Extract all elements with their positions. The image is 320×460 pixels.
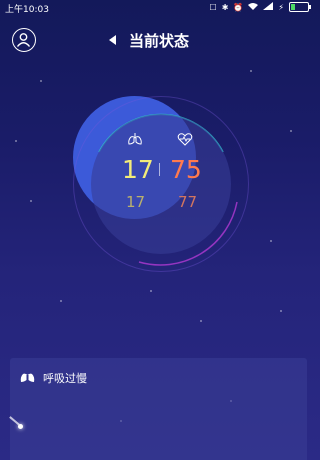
lungs-icon: [20, 370, 35, 382]
bluetooth-icon: ✱: [221, 2, 229, 12]
status-time: 上午10:03: [5, 5, 49, 15]
alert-label: 呼吸过慢: [43, 372, 87, 385]
chart-point: [18, 424, 23, 429]
value-divider: [159, 163, 160, 176]
user-icon: [16, 33, 31, 47]
wifi-icon: [248, 2, 259, 12]
header: 当前状态: [0, 26, 315, 56]
alert-panel[interactable]: 呼吸过慢: [9, 358, 307, 460]
respiration-average-value: 17: [126, 193, 146, 211]
notification-icon: ☐: [209, 2, 217, 12]
heart-rate-icon: [177, 133, 193, 146]
signal-icon: [263, 2, 274, 12]
gauge-middle-ring: [91, 114, 231, 254]
user-profile-button[interactable]: [12, 28, 36, 52]
lungs-icon: [128, 133, 142, 145]
status-bar: 上午10:03 ☐ ✱ ⏰ ⚡: [0, 0, 315, 16]
charging-icon: ⚡: [278, 2, 284, 12]
page-title: 当前状态: [129, 32, 190, 50]
battery-icon: [289, 2, 311, 12]
heart-rate-current-value: 75: [170, 155, 202, 184]
respiration-current-value: 17: [122, 155, 154, 184]
heart-rate-average-value: 77: [178, 193, 198, 211]
back-arrow-icon[interactable]: [109, 35, 116, 45]
alarm-icon: ⏰: [233, 2, 244, 12]
vitals-gauge: [73, 96, 249, 272]
status-icons: ☐ ✱ ⏰ ⚡: [209, 2, 311, 12]
